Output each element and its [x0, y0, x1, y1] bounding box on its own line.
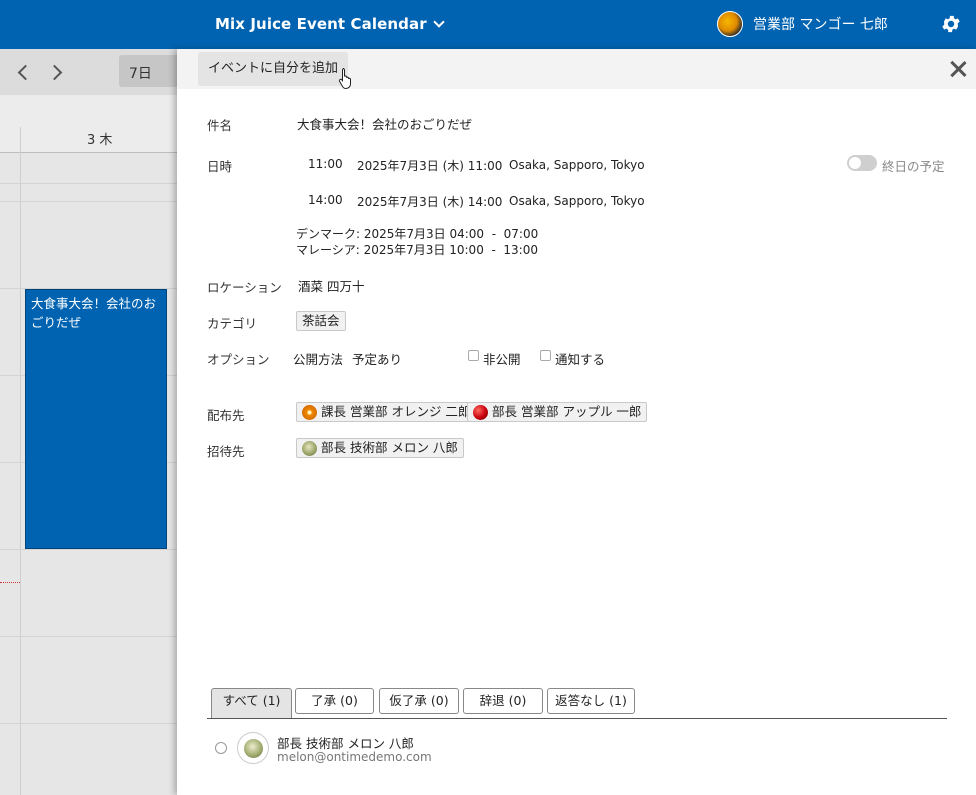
avatar	[302, 404, 317, 420]
avatar	[473, 404, 488, 420]
person-name: 部長 営業部 アップル 一郎	[492, 404, 642, 419]
end-time[interactable]: 14:00	[308, 193, 343, 207]
current-time-indicator	[0, 582, 20, 583]
distribution-person[interactable]: 部長 営業部 アップル 一郎	[467, 402, 648, 422]
tab-tentative[interactable]: 仮了承 (0)	[379, 688, 459, 714]
location-label: ロケーション	[207, 280, 282, 295]
app-title-menu[interactable]: Mix Juice Event Calendar	[215, 15, 445, 33]
close-icon[interactable]	[949, 60, 967, 78]
event-title: 大食事大会！会社のおごりだぜ	[297, 117, 473, 132]
attendee-radio[interactable]	[215, 742, 227, 754]
panel-header: イベントに自分を追加	[177, 49, 976, 89]
avatar	[302, 440, 317, 456]
calendar-toolbar: 7日	[0, 49, 180, 95]
user-menu[interactable]: 営業部 マンゴー 七郎	[717, 11, 888, 37]
end-date[interactable]: 2025年7月3日 (木) 14:00	[357, 193, 502, 210]
allday-label: 終日の予定	[882, 159, 945, 174]
start-date[interactable]: 2025年7月3日 (木) 11:00	[357, 157, 502, 174]
avatar	[237, 732, 269, 764]
grid-line	[0, 183, 180, 184]
tab-no-response[interactable]: 返答なし (1)	[547, 688, 635, 714]
user-name: 営業部 マンゴー 七郎	[753, 17, 888, 33]
title-label: 件名	[207, 118, 233, 133]
distribution-person[interactable]: 課長 営業部 オレンジ 二郎	[296, 402, 477, 422]
category-tag: 茶話会	[296, 311, 346, 331]
chevron-left-icon[interactable]	[14, 62, 34, 82]
grid-line	[0, 636, 180, 637]
private-checkbox[interactable]	[468, 350, 479, 361]
allday-toggle[interactable]	[847, 155, 877, 171]
publish-label: 公開方法	[293, 352, 344, 367]
grid-line	[0, 201, 180, 202]
tab-declined[interactable]: 辞退 (0)	[463, 688, 543, 714]
category-label: カテゴリ	[207, 316, 258, 331]
invitee-person[interactable]: 部長 技術部 メロン 八郎	[296, 438, 464, 458]
person-name: 部長 技術部 メロン 八郎	[321, 440, 458, 455]
tab-all[interactable]: すべて (1)	[211, 688, 292, 719]
timezone-line: マレーシア: 2025年7月3日 10:00 - 13:00	[296, 243, 538, 257]
calendar-event[interactable]: 大食事大会！会社のおごりだぜ	[25, 289, 167, 549]
start-time[interactable]: 11:00	[308, 157, 343, 171]
chevron-down-icon	[433, 15, 445, 28]
grid-divider	[20, 127, 21, 795]
private-label: 非公開	[483, 352, 521, 367]
notify-checkbox[interactable]	[540, 350, 551, 361]
hand-cursor-icon	[338, 68, 351, 89]
timezone-line: デンマーク: 2025年7月3日 04:00 - 07:00	[296, 227, 539, 241]
day-header-label: 3 木	[87, 133, 113, 148]
category-value: 茶話会	[302, 313, 340, 328]
chevron-right-icon[interactable]	[46, 62, 66, 82]
top-bar: Mix Juice Event Calendar 営業部 マンゴー 七郎	[0, 0, 976, 49]
datetime-label: 日時	[207, 159, 233, 174]
start-timezone[interactable]: Osaka, Sapporo, Tokyo	[509, 158, 645, 172]
grid-line	[0, 549, 180, 550]
person-name: 課長 営業部 オレンジ 二郎	[321, 404, 471, 419]
grid-line	[0, 723, 180, 724]
tabs-divider	[207, 718, 947, 719]
notify-label: 通知する	[555, 352, 606, 367]
invite-label: 招待先	[207, 444, 245, 459]
attendee-email: melon@ontimedemo.com	[277, 750, 432, 764]
avatar	[717, 11, 743, 37]
gear-icon[interactable]	[940, 13, 962, 35]
add-self-button[interactable]: イベントに自分を追加	[198, 52, 349, 86]
publish-value: 予定あり	[352, 352, 403, 367]
location-value: 酒菜 四万十	[298, 279, 365, 294]
tab-accepted[interactable]: 了承 (0)	[295, 688, 374, 714]
options-label: オプション	[207, 352, 270, 367]
view-select-button[interactable]: 7日	[119, 55, 179, 87]
distribution-label: 配布先	[207, 408, 245, 423]
app-title: Mix Juice Event Calendar	[215, 15, 427, 33]
end-timezone[interactable]: Osaka, Sapporo, Tokyo	[509, 194, 645, 208]
